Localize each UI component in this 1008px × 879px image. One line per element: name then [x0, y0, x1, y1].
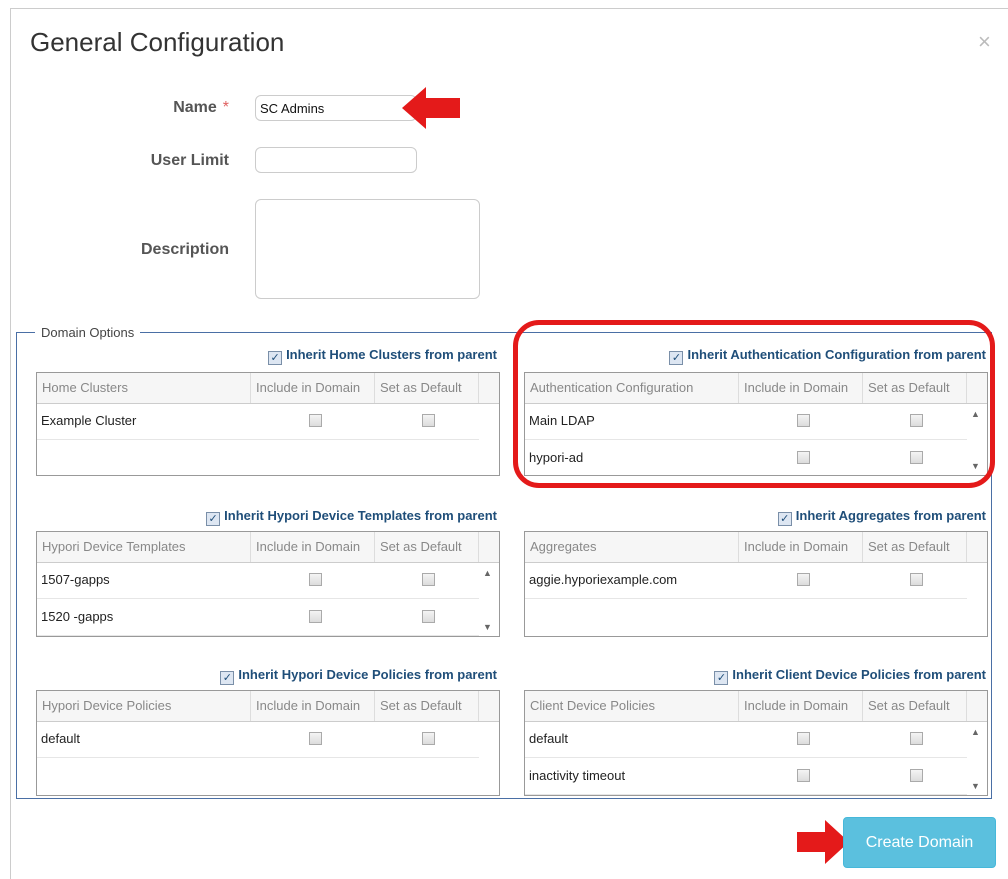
set-as-default-checkbox[interactable]: [910, 573, 923, 586]
inherit-device-templates-label: Inherit Hypori Device Templates from par…: [224, 508, 497, 523]
grid-header: Aggregates Include in Domain Set as Defaul…: [525, 532, 987, 563]
check-icon[interactable]: ✓: [206, 512, 221, 526]
row-name: 1507-gapps: [41, 572, 110, 587]
set-as-default-checkbox[interactable]: [422, 610, 435, 623]
inherit-client-device-policies-label: Inherit Client Device Policies from pare…: [732, 667, 986, 682]
grid-header-name[interactable]: Hypori Device Policies: [37, 691, 251, 721]
include-in-domain-checkbox[interactable]: [309, 732, 322, 745]
scroll-down-arrow-icon[interactable]: ▼: [483, 622, 492, 632]
set-as-default-checkbox[interactable]: [422, 414, 435, 427]
grid-header-name[interactable]: Hypori Device Templates: [37, 532, 251, 562]
table-row[interactable]: 1507-gapps: [37, 562, 479, 599]
grid-header: Hypori Device Templates Include in Domain…: [37, 532, 499, 563]
name-label: Name *: [173, 99, 229, 116]
inherit-device-policies-checkbox[interactable]: ✓ Inherit Hypori Device Policies from par…: [220, 667, 497, 685]
grid-header-include[interactable]: Include in Domain: [251, 373, 375, 403]
include-in-domain-checkbox[interactable]: [309, 610, 322, 623]
check-icon[interactable]: ✓: [777, 512, 792, 526]
client-device-policies-grid: Client Device Policies Include in Domain S…: [524, 690, 988, 796]
check-icon[interactable]: ✓: [220, 671, 235, 685]
table-row[interactable]: Example Cluster: [37, 403, 479, 440]
name-input[interactable]: [255, 95, 417, 121]
dialog-title: General Configuration: [30, 27, 285, 57]
include-in-domain-checkbox[interactable]: [309, 414, 322, 427]
grid-header-default[interactable]: Set as Default: [375, 691, 479, 721]
user-limit-input[interactable]: [255, 147, 417, 173]
table-row[interactable]: default: [37, 721, 479, 758]
table-row[interactable]: inactivity timeout: [525, 758, 967, 795]
grid-header: Hypori Device Policies Include in Domain S…: [37, 691, 499, 722]
table-row[interactable]: aggie.hyporiexample.com: [525, 562, 967, 599]
row-name: inactivity timeout: [529, 768, 626, 783]
aggregates-grid: Aggregates Include in Domain Set as Defaul…: [524, 531, 988, 637]
grid-header: Client Device Policies Include in Domain S…: [525, 691, 987, 722]
inherit-client-device-policies-checkbox[interactable]: ✓ Inherit Client Device Policies from par…: [714, 667, 986, 685]
scroll-down-arrow-icon[interactable]: ▼: [971, 781, 980, 791]
domain-options-legend: Domain Options: [41, 325, 135, 340]
user-limit-label: User Limit: [150, 152, 229, 169]
scrollbar[interactable]: ▲ ▼: [965, 721, 985, 795]
inherit-aggregates-label: Inherit Aggregates from parent: [795, 508, 986, 523]
row-name: default: [529, 731, 569, 746]
set-as-default-checkbox[interactable]: [910, 732, 923, 745]
grid-header-name[interactable]: Home Clusters: [37, 373, 251, 403]
home-clusters-grid: Home Clusters Include in Domain Set as Def…: [36, 372, 500, 476]
check-icon[interactable]: ✓: [268, 351, 283, 365]
red-arrow-icon: [402, 87, 460, 129]
grid-header-include[interactable]: Include in Domain: [739, 691, 863, 721]
device-templates-grid: Hypori Device Templates Include in Domain…: [36, 531, 500, 637]
row-name: Example Cluster: [41, 413, 137, 428]
table-row[interactable]: default: [525, 721, 967, 758]
close-icon[interactable]: ×: [978, 31, 991, 53]
grid-header-default[interactable]: Set as Default: [863, 532, 967, 562]
description-textarea[interactable]: [255, 199, 480, 299]
grid-header-include[interactable]: Include in Domain: [251, 691, 375, 721]
include-in-domain-checkbox[interactable]: [797, 573, 810, 586]
create-domain-button[interactable]: Create Domain: [843, 817, 996, 868]
grid-header-name[interactable]: Client Device Policies: [525, 691, 739, 721]
description-label: Description: [140, 241, 229, 258]
row-name: aggie.hyporiexample.com: [529, 572, 678, 587]
device-policies-grid: Hypori Device Policies Include in Domain S…: [36, 690, 500, 796]
red-arrow-icon: [797, 820, 849, 864]
set-as-default-checkbox[interactable]: [422, 573, 435, 586]
grid-header-default[interactable]: Set as Default: [375, 532, 479, 562]
include-in-domain-checkbox[interactable]: [797, 769, 810, 782]
inherit-aggregates-checkbox[interactable]: ✓ Inherit Aggregates from parent: [777, 508, 986, 526]
scroll-up-arrow-icon[interactable]: ▲: [971, 727, 980, 737]
scrollbar[interactable]: ▲ ▼: [477, 562, 497, 636]
grid-header-include[interactable]: Include in Domain: [739, 532, 863, 562]
include-in-domain-checkbox[interactable]: [797, 732, 810, 745]
grid-header: Home Clusters Include in Domain Set as Def…: [37, 373, 499, 404]
inherit-home-clusters-label: Inherit Home Clusters from parent: [286, 347, 497, 362]
grid-header-include[interactable]: Include in Domain: [251, 532, 375, 562]
set-as-default-checkbox[interactable]: [910, 769, 923, 782]
row-name: default: [41, 731, 81, 746]
include-in-domain-checkbox[interactable]: [309, 573, 322, 586]
check-icon[interactable]: ✓: [714, 671, 729, 685]
inherit-home-clusters-checkbox[interactable]: ✓ Inherit Home Clusters from parent: [268, 347, 497, 365]
required-marker: *: [222, 99, 229, 116]
scroll-up-arrow-icon[interactable]: ▲: [483, 568, 492, 578]
grid-header-name[interactable]: Aggregates: [525, 532, 739, 562]
inherit-device-policies-label: Inherit Hypori Device Policies from pare…: [238, 667, 497, 682]
grid-header-default[interactable]: Set as Default: [863, 691, 967, 721]
set-as-default-checkbox[interactable]: [422, 732, 435, 745]
table-row[interactable]: 1520 -gapps: [37, 599, 479, 636]
annotation-highlight-box: [513, 320, 995, 488]
grid-header-default[interactable]: Set as Default: [375, 373, 479, 403]
inherit-device-templates-checkbox[interactable]: ✓ Inherit Hypori Device Templates from pa…: [206, 508, 497, 526]
row-name: 1520 -gapps: [41, 609, 114, 624]
